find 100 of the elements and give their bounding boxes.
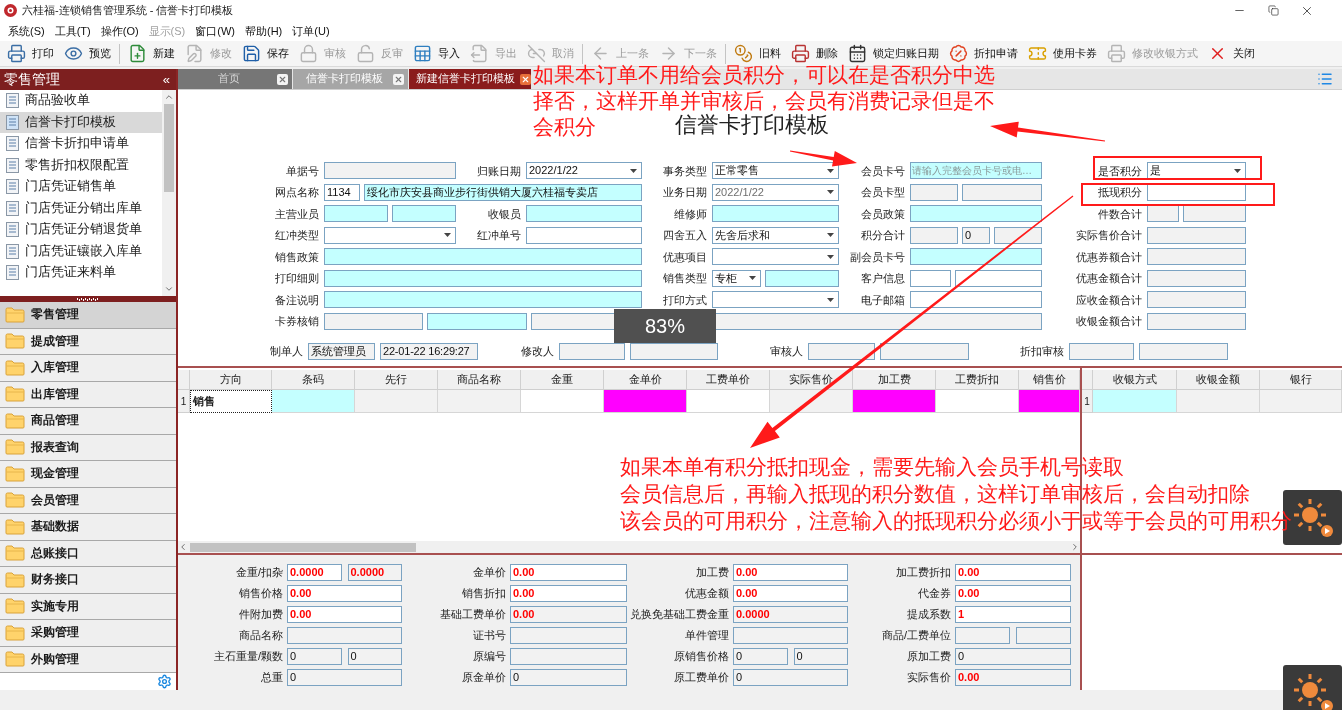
menu-item[interactable]: 窗口(W) [195,22,235,40]
menu-item[interactable]: 帮助(H) [245,22,283,40]
text-field[interactable]: 22-01-22 16:29:27 [380,343,478,360]
dropdown-field[interactable]: 专柜 [712,269,761,287]
tab[interactable]: 新建信誉卡打印模板 [409,69,531,89]
text-field[interactable] [955,627,1010,644]
text-field[interactable] [910,183,958,201]
text-field[interactable]: 0 [955,648,1071,665]
menu-item[interactable]: 操作(O) [100,22,139,40]
nav-group-button[interactable]: 出库管理 [0,381,176,408]
nav-group-button[interactable]: 零售管理 [0,302,176,329]
text-field[interactable] [910,226,958,244]
table-cell[interactable] [1177,390,1260,413]
nav-group-button[interactable]: 实施专用 [0,593,176,620]
scroll-up-icon[interactable] [164,92,174,102]
dropdown-field[interactable]: 正常零售 [712,162,839,180]
text-field[interactable] [910,269,951,287]
text-field[interactable] [880,343,969,360]
text-field[interactable] [1147,269,1246,287]
text-field[interactable] [324,269,642,287]
table-cell[interactable] [355,390,438,413]
text-field[interactable] [324,291,642,309]
text-field[interactable]: 0 [510,669,627,686]
text-field[interactable]: 0.00 [510,606,627,623]
dropdown-field[interactable] [712,248,839,266]
nav-group-button[interactable]: 提成管理 [0,328,176,355]
table-cell[interactable]: 销售 [190,390,272,413]
menu-item[interactable]: 系统(S) [8,22,45,40]
text-field[interactable]: 0.00 [955,585,1071,602]
text-field[interactable] [765,269,839,287]
tab-close-button[interactable] [393,73,404,85]
text-field[interactable] [1147,248,1246,266]
text-field[interactable] [910,248,1042,266]
dropdown-field[interactable]: 2022/1/22 [526,162,642,180]
text-field[interactable]: 0.00 [955,564,1071,581]
nav-group-button[interactable]: 总账接口 [0,540,176,567]
scrollbar-thumb[interactable] [190,542,416,552]
text-field[interactable] [510,648,627,665]
nav-item[interactable]: 信誉卡打印模板 [0,111,162,133]
menu-item[interactable]: 订单(U) [292,22,330,40]
text-field[interactable] [324,162,456,180]
text-field[interactable]: 0.0000 [347,564,402,581]
text-field[interactable] [733,627,848,644]
text-field[interactable] [910,291,1042,309]
text-field[interactable] [630,343,718,360]
nav-group-button[interactable]: 采购管理 [0,620,176,647]
floating-widget-icon[interactable] [1283,665,1342,710]
text-field[interactable] [1147,312,1246,330]
text-field[interactable]: 系统管理员 [308,343,375,360]
text-field[interactable]: 1134 [324,183,360,201]
text-field[interactable] [559,343,625,360]
tab-close-button[interactable] [520,73,531,85]
text-field[interactable] [955,269,1042,287]
text-field[interactable] [287,627,402,644]
scroll-left-icon[interactable] [178,542,188,552]
nav-group-button[interactable]: 基础数据 [0,514,176,541]
text-field[interactable] [392,205,456,223]
text-field[interactable]: 0 [733,669,848,686]
scrollbar[interactable] [162,90,176,296]
text-field[interactable] [324,205,388,223]
text-field[interactable]: 0 [793,648,848,665]
text-field[interactable] [1147,291,1246,309]
text-field[interactable]: 0.00 [287,585,402,602]
nav-group-button[interactable]: 商品管理 [0,408,176,435]
toolbar-button[interactable]: 保存 [240,41,291,66]
toolbar-button[interactable]: 关闭 [1206,41,1257,66]
text-field[interactable] [324,312,423,330]
scrollbar-thumb[interactable] [164,104,174,192]
text-field[interactable]: 绥化市庆安县商业步行街供销大厦六桂福专卖店 [364,183,642,201]
text-field[interactable] [324,248,642,266]
toolbar-button[interactable]: 导入 [411,41,462,66]
table-cell[interactable] [438,390,521,413]
text-field[interactable] [526,205,642,223]
scrollbar[interactable] [178,541,1080,553]
nav-group-button[interactable]: 现金管理 [0,461,176,488]
toolbar-button[interactable]: 预览 [62,41,113,66]
text-field[interactable] [1016,627,1071,644]
table-cell[interactable] [521,390,604,413]
text-field[interactable]: 1 [955,606,1071,623]
nav-group-button[interactable]: 报表查询 [0,434,176,461]
scroll-down-icon[interactable] [164,284,174,294]
table-cell[interactable] [272,390,355,413]
nav-group-button[interactable]: 外购管理 [0,646,176,673]
text-field[interactable] [1147,226,1246,244]
dropdown-field[interactable] [712,291,839,309]
tab-close-button[interactable] [277,73,288,85]
dropdown-field[interactable] [324,226,456,244]
text-field[interactable]: 0 [733,648,788,665]
text-field[interactable] [910,205,1042,223]
splitter-bar[interactable] [0,296,176,302]
table-cell[interactable] [1093,390,1177,413]
text-field[interactable] [1069,343,1134,360]
table-cell[interactable] [853,390,936,413]
table-cell[interactable] [936,390,1019,413]
text-field[interactable]: 0.0000 [733,606,848,623]
dropdown-field[interactable]: 先舍后求和 [712,226,839,244]
nav-group-button[interactable]: 财务接口 [0,567,176,594]
text-field[interactable]: 0.00 [510,564,627,581]
text-field[interactable] [962,183,1042,201]
list-icon[interactable] [1317,71,1333,87]
